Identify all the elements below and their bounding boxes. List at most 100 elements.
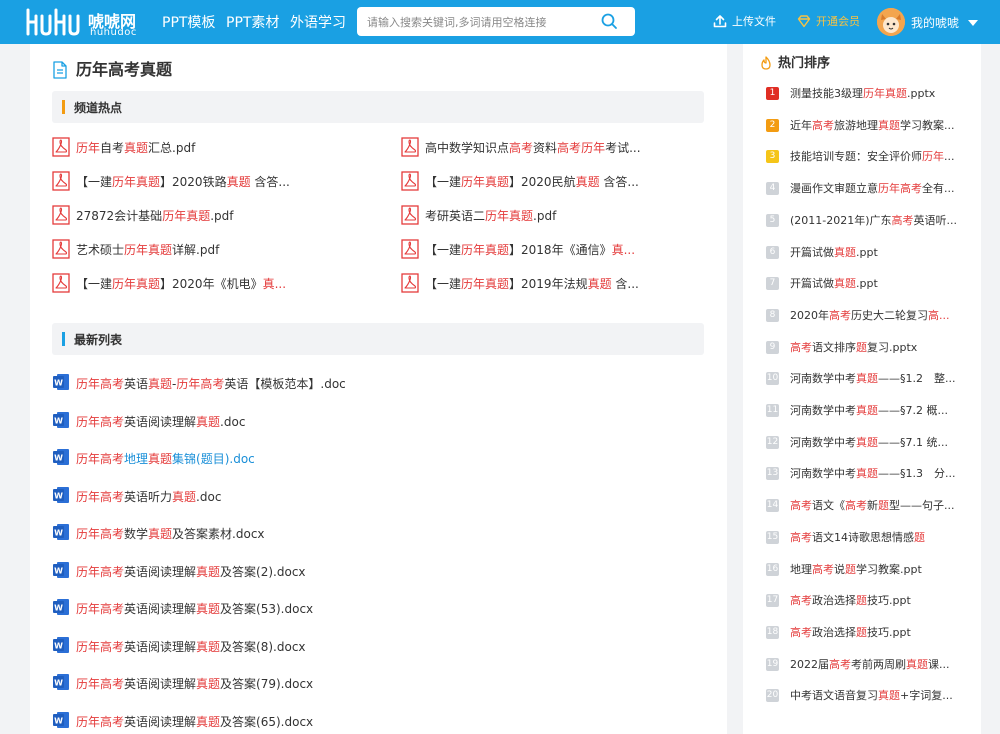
title-text: 新 bbox=[867, 499, 878, 513]
keyword-highlight: 真题 bbox=[856, 435, 878, 449]
keyword-highlight: 高考 bbox=[891, 213, 914, 227]
title-text: 2020年 bbox=[790, 308, 829, 322]
title-text: ——§7.1 统... bbox=[878, 435, 948, 449]
keyword-highlight: 真题 bbox=[148, 377, 173, 391]
rank-number-badge: 11 bbox=[766, 404, 779, 417]
keyword-highlight: 高考 bbox=[812, 118, 834, 132]
title-text: 政治选择 bbox=[812, 625, 856, 639]
keyword-highlight: 历年高考 bbox=[76, 602, 125, 616]
hot-item-title: 【一建历年真题】2018年《通信》真... bbox=[425, 241, 635, 258]
title-text: 地理 bbox=[124, 452, 149, 466]
title-text: 河南数学中考 bbox=[790, 372, 856, 386]
title-text: 及答案(53).docx bbox=[220, 602, 314, 616]
keyword-highlight: 真题 bbox=[196, 564, 221, 579]
word-file-icon: W bbox=[52, 410, 70, 430]
main-content: 历年高考真题 频道热点 历年自考真题汇总.pdf 高中数学知识点高考资料高考历年考… bbox=[30, 44, 727, 734]
chevron-down-icon[interactable] bbox=[968, 20, 978, 26]
rank-number-badge: 1 bbox=[766, 87, 779, 100]
title-text: 英语阅读理解 bbox=[124, 414, 197, 429]
keyword-highlight: 高考 bbox=[845, 499, 867, 513]
new-item-title: 历年高考英语真题-历年高考英语【模板范本】.doc bbox=[76, 375, 346, 392]
rank-number-badge: 13 bbox=[766, 467, 779, 481]
title-text: 】2020年《机电》 bbox=[160, 277, 263, 291]
rank-item-title: 高考语文排序题复习.pptx bbox=[790, 339, 917, 355]
svg-text:W: W bbox=[54, 604, 63, 613]
title-text: 地理 bbox=[790, 562, 812, 576]
title-text: 艺术硕士 bbox=[76, 243, 125, 257]
keyword-highlight: 历年 bbox=[76, 141, 101, 155]
title-text: 含答... bbox=[599, 175, 639, 189]
title-text: 汇总.pdf bbox=[148, 141, 196, 155]
title-text: 河南数学中考 bbox=[790, 435, 856, 449]
keyword-highlight: 历年高考 bbox=[878, 182, 922, 196]
nav-ppt-templates[interactable]: PPT模板 bbox=[162, 12, 215, 32]
title-text: ——§7.2 概... bbox=[878, 404, 948, 417]
keyword-highlight: 真题 bbox=[878, 689, 900, 703]
keyword-highlight: 题 bbox=[856, 340, 867, 354]
title-text: 英语听... bbox=[913, 213, 958, 227]
title-text: 2022届 bbox=[790, 657, 829, 671]
nav-language-learning[interactable]: 外语学习 bbox=[290, 12, 346, 32]
rank-number-badge: 19 bbox=[766, 657, 779, 671]
rank-number-badge: 18 bbox=[766, 625, 779, 639]
new-section-bar bbox=[62, 332, 65, 346]
new-item-title: 历年高考英语阅读理解真题及答案(53).docx bbox=[76, 600, 313, 617]
keyword-highlight: 高考 bbox=[790, 499, 812, 513]
svg-text:W: W bbox=[54, 566, 63, 575]
rank-number-badge: 12 bbox=[766, 435, 779, 449]
keyword-highlight: 真题 bbox=[196, 602, 221, 616]
pdf-file-icon bbox=[401, 171, 419, 191]
title-text: 【一建 bbox=[425, 243, 462, 257]
title-text: 27872会计基础 bbox=[76, 209, 163, 223]
search-icon[interactable] bbox=[600, 12, 618, 30]
pdf-file-icon bbox=[52, 273, 70, 293]
keyword-highlight: 历年高考 bbox=[76, 414, 125, 429]
title-text: 及答案(8).docx bbox=[220, 639, 306, 654]
title-text: 近年 bbox=[790, 118, 812, 132]
keyword-highlight: 真题 bbox=[196, 714, 221, 729]
search-input[interactable] bbox=[367, 13, 592, 31]
title-text: 】2018年《通信》 bbox=[509, 243, 612, 257]
title-text: 技能培训专题：安全评价师 bbox=[790, 150, 922, 164]
upload-file-button[interactable]: 上传文件 bbox=[713, 13, 776, 29]
title-text: ——§1.3 分... bbox=[878, 467, 956, 481]
pdf-file-icon bbox=[52, 171, 70, 191]
new-item-title: 历年高考英语阅读理解真题及答案(79).docx bbox=[76, 675, 313, 692]
logo-huhu-mark bbox=[26, 8, 80, 36]
hot-item-title: 【一建历年真题】2019年法规真题 含... bbox=[425, 275, 639, 292]
title-text: 集锦(题目).doc bbox=[172, 452, 255, 466]
document-icon bbox=[53, 61, 67, 79]
title-text: 含... bbox=[611, 277, 639, 291]
keyword-highlight: 真题 bbox=[196, 677, 221, 691]
sidebar-title: 热门排序 bbox=[760, 52, 830, 71]
open-vip-button[interactable]: 开通会员 bbox=[797, 13, 860, 29]
title-text: .doc bbox=[220, 414, 246, 429]
hot-item-title: 【一建历年真题】2020铁路真题 含答... bbox=[76, 173, 290, 190]
pdf-file-icon bbox=[401, 205, 419, 225]
nav-ppt-materials[interactable]: PPT素材 bbox=[226, 12, 279, 32]
avatar[interactable] bbox=[877, 8, 905, 36]
title-text: 】2020铁路 bbox=[160, 175, 227, 189]
title-text: 漫画作文审题立意 bbox=[790, 182, 878, 196]
rank-item-title: 近年高考旅游地理真题学习教案... bbox=[790, 117, 955, 133]
keyword-highlight: 真题 bbox=[196, 639, 221, 654]
hot-item-title: 【一建历年真题】2020民航真题 含答... bbox=[425, 173, 639, 190]
keyword-highlight: 真题 bbox=[906, 657, 928, 671]
title-text: 【一建 bbox=[425, 175, 462, 189]
rank-item-title: 河南数学中考真题——§7.1 统... bbox=[790, 434, 948, 450]
keyword-highlight: 高考 bbox=[790, 594, 812, 608]
word-file-icon: W bbox=[52, 635, 70, 655]
user-menu-label[interactable]: 我的唬唬 bbox=[911, 14, 959, 31]
title-text: 高中数学知识点 bbox=[425, 141, 510, 155]
site-logo[interactable]: 唬唬网 huhudoc bbox=[26, 5, 144, 39]
page-title: 历年高考真题 bbox=[52, 56, 172, 80]
rank-item-title: 河南数学中考真题——§7.2 概... bbox=[790, 402, 948, 418]
title-text: (2011-2021年)广东 bbox=[790, 213, 892, 227]
title-text: 测量技能3级理 bbox=[790, 87, 863, 100]
title-text: 型——句子... bbox=[889, 499, 955, 513]
flame-icon bbox=[761, 56, 771, 70]
svg-text:W: W bbox=[54, 491, 63, 500]
title-text: 学习教案... bbox=[900, 118, 955, 132]
word-file-icon: W bbox=[52, 485, 70, 505]
keyword-highlight: 高考 bbox=[557, 141, 582, 155]
